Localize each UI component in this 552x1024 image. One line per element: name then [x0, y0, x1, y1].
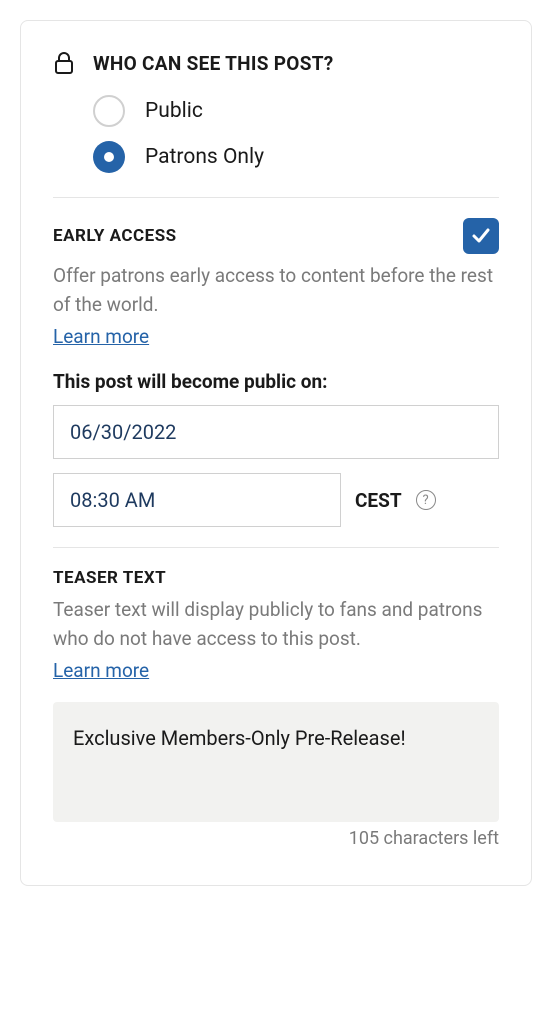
check-icon: [470, 225, 492, 247]
radio-label-patrons: Patrons Only: [145, 145, 264, 169]
radio-dot: [104, 152, 114, 162]
radio-label-public: Public: [145, 99, 203, 123]
teaser-learn-more-link[interactable]: Learn more: [53, 659, 149, 682]
teaser-title: TEASER TEXT: [53, 568, 499, 588]
radio-circle-public: [93, 95, 125, 127]
early-access-learn-more-link[interactable]: Learn more: [53, 325, 149, 348]
time-input[interactable]: [53, 473, 341, 527]
help-icon[interactable]: ?: [416, 490, 436, 510]
lock-icon: [53, 49, 75, 77]
visibility-header: WHO CAN SEE THIS POST?: [53, 49, 499, 77]
visibility-radio-group: Public Patrons Only: [93, 95, 499, 173]
divider: [53, 197, 499, 198]
date-input[interactable]: [53, 405, 499, 459]
early-access-title: EARLY ACCESS: [53, 226, 177, 246]
early-access-section: EARLY ACCESS Offer patrons early access …: [53, 218, 499, 527]
early-access-checkbox[interactable]: [463, 218, 499, 254]
early-access-header: EARLY ACCESS: [53, 218, 499, 254]
radio-public[interactable]: Public: [93, 95, 499, 127]
radio-patrons[interactable]: Patrons Only: [93, 141, 499, 173]
teaser-description: Teaser text will display publicly to fan…: [53, 596, 499, 653]
teaser-char-count: 105 characters left: [53, 828, 499, 849]
visibility-title: WHO CAN SEE THIS POST?: [93, 52, 334, 75]
post-visibility-card: WHO CAN SEE THIS POST? Public Patrons On…: [20, 20, 532, 886]
early-access-description: Offer patrons early access to content be…: [53, 262, 499, 319]
teaser-textarea[interactable]: Exclusive Members-Only Pre-Release!: [53, 702, 499, 822]
divider: [53, 547, 499, 548]
radio-circle-patrons: [93, 141, 125, 173]
timezone-label: CEST: [355, 489, 402, 512]
public-on-label: This post will become public on:: [53, 370, 499, 393]
time-row: CEST ?: [53, 473, 499, 527]
teaser-section: TEASER TEXT Teaser text will display pub…: [53, 568, 499, 849]
